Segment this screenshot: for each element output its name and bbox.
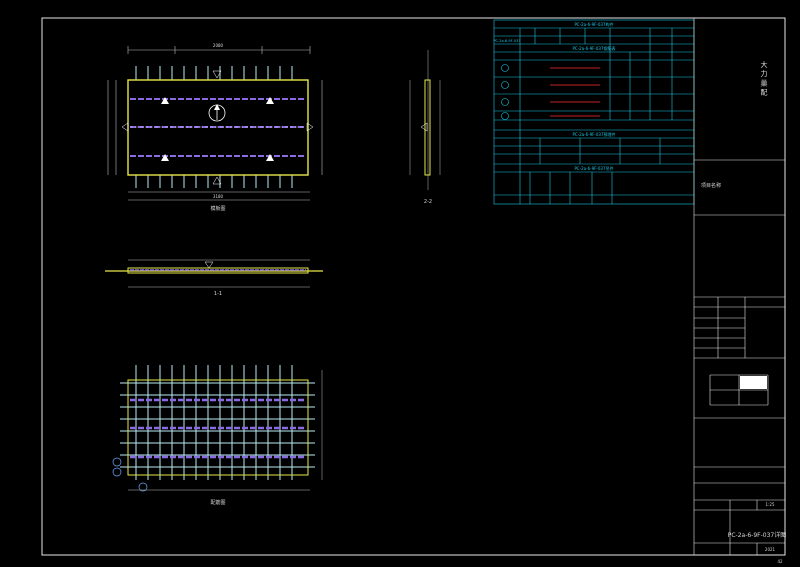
- title-block: [693, 18, 785, 555]
- drawing-frame: [41, 17, 786, 556]
- plan-dim-total: 3180: [213, 194, 224, 199]
- plan-view-label: 模板图: [210, 205, 225, 212]
- logo-text: 大 力 巢 配: [760, 60, 768, 97]
- plan-view: 2080 3180 模板图: [107, 43, 323, 212]
- section-view: 1-1: [105, 259, 323, 297]
- table1-row: PC-2a-6-9F-037: [493, 39, 520, 43]
- side-view: 2-2: [409, 50, 441, 205]
- section-label: 1-1: [214, 291, 222, 297]
- plan-dim-top: 2080: [213, 43, 224, 48]
- rebar-marker-icon: [112, 457, 122, 467]
- drawing-canvas: 2080 3180 模板图 2-2 1-1 配筋图 PC-2a-6-9F-037…: [41, 17, 787, 564]
- table4-title: PC-2a-6-9F-037吊件: [575, 165, 614, 171]
- rebar-view: 配筋图: [112, 365, 323, 506]
- sheet: 2021: [765, 547, 776, 552]
- table2-title: PC-2a-6-9F-037钢筋表: [573, 45, 616, 51]
- scale: 1:25: [766, 502, 775, 507]
- rebar-marker-icon: [112, 467, 122, 477]
- title-block-fill: [740, 376, 767, 389]
- project-name: 项目名称: [701, 182, 721, 189]
- table1-title: PC-2a-6-9F-037构件: [575, 21, 614, 27]
- drawing-number: PC-2a-6-9F-037详图: [728, 531, 787, 539]
- rebar-view-label: 配筋图: [210, 499, 225, 506]
- table3-title: PC-2a-6-9F-037预埋件: [573, 131, 616, 137]
- side-view-label: 2-2: [424, 199, 432, 205]
- page-number: 42: [777, 559, 783, 564]
